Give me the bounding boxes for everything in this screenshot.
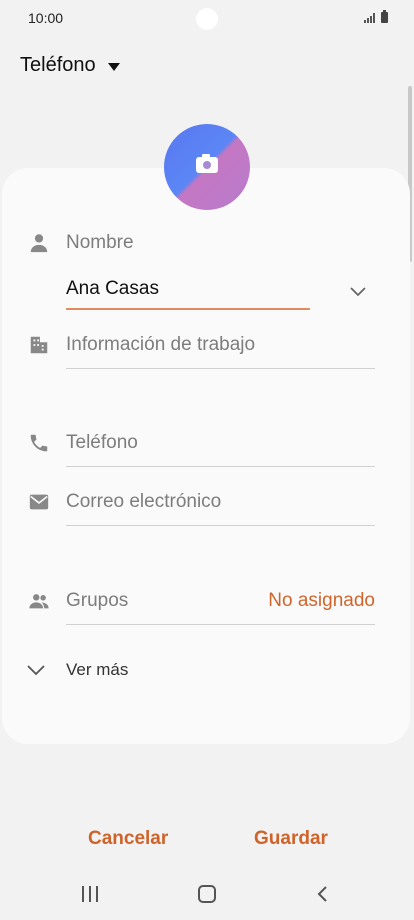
work-info-underline [66, 368, 375, 369]
account-selector[interactable]: Teléfono [20, 54, 120, 77]
groups-label[interactable]: Grupos [66, 590, 128, 612]
email-field[interactable]: Correo electrónico [66, 491, 221, 513]
work-info-field[interactable]: Información de trabajo [66, 334, 255, 356]
name-input[interactable]: Ana Casas [66, 278, 159, 300]
see-more-button[interactable]: Ver más [66, 660, 128, 680]
account-label: Teléfono [20, 54, 96, 76]
cancel-button[interactable]: Cancelar [88, 828, 168, 850]
groups-icon [29, 594, 49, 609]
status-icons [364, 10, 388, 23]
groups-underline [66, 624, 375, 625]
person-icon [30, 234, 48, 253]
name-label: Nombre [66, 232, 134, 253]
save-button[interactable]: Guardar [254, 828, 328, 850]
phone-underline [66, 466, 375, 467]
expand-name-chevron-icon[interactable] [348, 282, 368, 302]
contact-form-card [2, 168, 410, 744]
home-icon[interactable] [198, 885, 216, 903]
phone-icon [30, 434, 48, 452]
name-input-underline [66, 308, 310, 310]
signal-icon [364, 13, 375, 23]
recent-apps-icon[interactable] [82, 886, 98, 902]
status-time: 10:00 [28, 10, 64, 26]
email-underline [66, 525, 375, 526]
caret-down-icon [107, 62, 120, 71]
front-camera [196, 8, 218, 30]
groups-value[interactable]: No asignado [268, 590, 375, 612]
back-icon[interactable] [314, 884, 332, 904]
battery-icon [381, 10, 388, 23]
chevron-down-icon [27, 665, 45, 676]
building-icon [30, 336, 48, 354]
status-bar: 10:00 [0, 0, 414, 36]
contact-photo-button[interactable] [164, 124, 250, 210]
mail-icon [29, 494, 49, 510]
camera-icon [196, 154, 218, 173]
phone-field[interactable]: Teléfono [66, 432, 138, 454]
